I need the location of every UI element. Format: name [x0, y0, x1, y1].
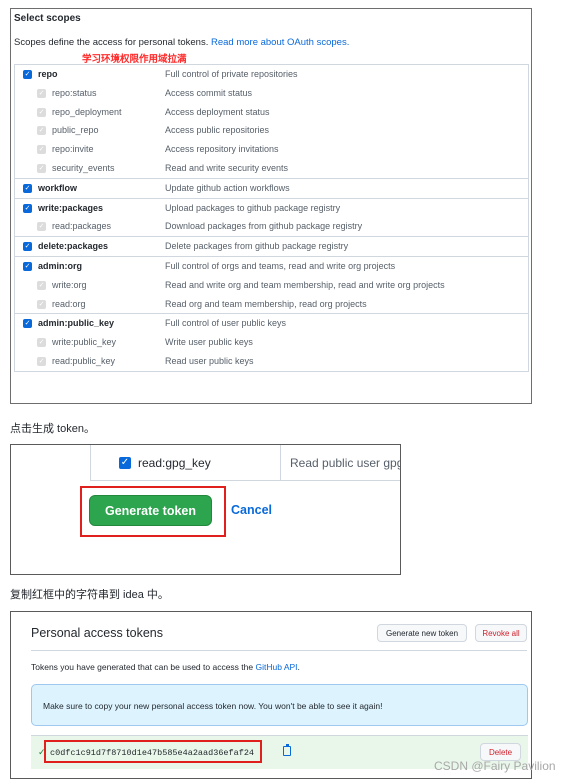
sub-scope-checkbox[interactable]: ✓: [37, 163, 46, 173]
scope-description: Access public repositories: [165, 125, 270, 136]
caption-copy: 复制红框中的字符串到 idea 中。: [10, 589, 169, 601]
scope-checkbox[interactable]: ✓: [23, 319, 32, 329]
cancel-link[interactable]: Cancel: [231, 503, 272, 517]
scope-row: ✓ read:public_key Read user public keys: [15, 352, 528, 371]
scope-description: Update github action workflows: [165, 182, 290, 193]
scope-row: ✓ repo:invite Access repository invitation…: [15, 140, 528, 159]
scope-row: ✓ write:public_key Write user public keys: [15, 333, 528, 352]
scope-row: ✓ repo_deployment Access deployment status: [15, 103, 528, 122]
scope-row: ✓ read:org Read org and team membership, r…: [15, 295, 528, 314]
sub-scope-checkbox[interactable]: ✓: [37, 126, 46, 136]
scope-checkbox[interactable]: ✓: [23, 203, 32, 213]
scope-checkbox[interactable]: ✓: [23, 261, 32, 271]
scope-group: ✓ delete:packages Delete packages from git…: [14, 236, 529, 256]
row-border: [90, 445, 91, 481]
scope-groups: ✓ repo Full control of private repositorie…: [14, 64, 529, 372]
scope-description: Read user public keys: [165, 355, 254, 366]
generate-panel: ✓ read:gpg_key Read public user gpg Gene…: [10, 444, 401, 575]
scope-name: read:org: [52, 298, 86, 309]
oauth-scopes-link[interactable]: Read more about OAuth scopes.: [211, 37, 349, 48]
scope-name: security_events: [52, 162, 115, 173]
scope-row: ✓ admin:public_key Full control of user pu…: [15, 314, 528, 333]
scope-row: ✓ admin:org Full control of orgs and teams…: [15, 257, 528, 276]
scopes-panel: Select scopes Scopes define the access f…: [10, 8, 532, 404]
copy-icon[interactable]: [283, 744, 291, 756]
divider: [31, 650, 527, 651]
scope-checkbox[interactable]: ✓: [23, 183, 32, 193]
sub-scope-checkbox[interactable]: ✓: [37, 222, 46, 232]
scope-row: ✓ public_repo Access public repositories: [15, 121, 528, 140]
scope-row: ✓ write:packages Upload packages to github…: [15, 199, 528, 218]
scope-name: admin:public_key: [38, 318, 115, 329]
row-border: [90, 480, 400, 481]
read-gpg-key-checkbox[interactable]: ✓: [119, 457, 131, 469]
github-api-link[interactable]: GitHub API: [255, 662, 297, 672]
scope-description: Access repository invitations: [165, 144, 279, 155]
row-border: [280, 445, 281, 481]
sub-scope-checkbox[interactable]: ✓: [37, 356, 46, 366]
scope-checkbox[interactable]: ✓: [23, 242, 32, 252]
scopes-description: Scopes define the access for personal to…: [14, 37, 350, 48]
highlight-box: [44, 740, 262, 763]
scope-group: ✓ repo Full control of private repositorie…: [14, 64, 529, 178]
scopes-title: Select scopes: [14, 13, 81, 24]
revoke-all-button[interactable]: Revoke all: [475, 624, 527, 642]
scope-name: repo:invite: [52, 144, 94, 155]
generate-new-token-button[interactable]: Generate new token: [377, 624, 467, 642]
scope-group: ✓ write:packages Upload packages to github…: [14, 197, 529, 237]
scope-name: read:gpg_key: [138, 456, 211, 470]
flash-text: Make sure to copy your new personal acce…: [43, 701, 383, 711]
scope-description: Read and write org and team membership, …: [165, 279, 445, 290]
scope-name: read:public_key: [52, 355, 116, 366]
scope-name: repo_deployment: [52, 106, 122, 117]
scope-description: Download packages from github package re…: [165, 221, 363, 232]
scope-group: ✓ workflow Update github action workflows: [14, 177, 529, 198]
scope-row: ✓ security_events Read and write security …: [15, 159, 528, 178]
caption-generate: 点击生成 token。: [10, 423, 95, 435]
scope-group: ✓ admin:org Full control of orgs and teams…: [14, 255, 529, 314]
scope-description: Access commit status: [165, 87, 253, 98]
sub-scope-checkbox[interactable]: ✓: [37, 107, 46, 117]
scope-group: ✓ admin:public_key Full control of user pu…: [14, 313, 529, 372]
scope-row: ✓ read:packages Download packages from git…: [15, 217, 528, 236]
scope-name: repo:status: [52, 87, 97, 98]
scope-row: ✓ repo:status Access commit status: [15, 84, 528, 103]
scope-description: Access deployment status: [165, 106, 270, 117]
generate-token-button[interactable]: Generate token: [89, 495, 212, 526]
scope-description: Read org and team membership, read org p…: [165, 298, 367, 309]
flash-notice: Make sure to copy your new personal acce…: [31, 684, 528, 726]
sub-scope-checkbox[interactable]: ✓: [37, 280, 46, 290]
scope-description: Upload packages to github package regist…: [165, 202, 341, 213]
scope-description: Read public user gpg: [290, 456, 401, 470]
sub-scope-checkbox[interactable]: ✓: [37, 299, 46, 309]
sub-scope-checkbox[interactable]: ✓: [37, 338, 46, 348]
scope-row: ✓ repo Full control of private repositorie…: [15, 65, 528, 84]
page-title: Personal access tokens: [31, 626, 164, 640]
scope-name: delete:packages: [38, 241, 109, 252]
scope-name: public_repo: [52, 125, 99, 136]
scope-checkbox[interactable]: ✓: [23, 70, 32, 79]
scope-description: Read and write security events: [165, 162, 289, 173]
scope-description: Full control of private repositories: [165, 69, 298, 79]
scope-description: Write user public keys: [165, 337, 253, 348]
scope-name: write:packages: [38, 202, 104, 213]
sub-scope-checkbox[interactable]: ✓: [37, 88, 46, 98]
scope-name: workflow: [38, 182, 78, 193]
scope-description: Full control of orgs and teams, read and…: [165, 260, 396, 271]
scope-description: Delete packages from github package regi…: [165, 241, 349, 252]
tokens-info: Tokens you have generated that can be us…: [31, 662, 300, 672]
scope-row: ✓ write:org Read and write org and team me…: [15, 276, 528, 295]
scope-description: Full control of user public keys: [165, 318, 287, 329]
scope-name: admin:org: [38, 260, 82, 271]
scope-row: ✓ delete:packages Delete packages from git…: [15, 237, 528, 256]
scope-row: ✓ workflow Update github action workflows: [15, 179, 528, 198]
annotation-note: 学习环境权限作用域拉满: [82, 54, 187, 65]
scope-name: write:public_key: [52, 337, 117, 348]
sub-scope-checkbox[interactable]: ✓: [37, 145, 46, 155]
scope-name: repo: [38, 69, 58, 79]
scope-name: read:packages: [52, 221, 112, 232]
watermark: CSDN @Fairy Pavilion: [434, 759, 556, 773]
scope-name: write:org: [52, 279, 87, 290]
tokens-panel: Personal access tokens Generate new toke…: [10, 611, 532, 779]
